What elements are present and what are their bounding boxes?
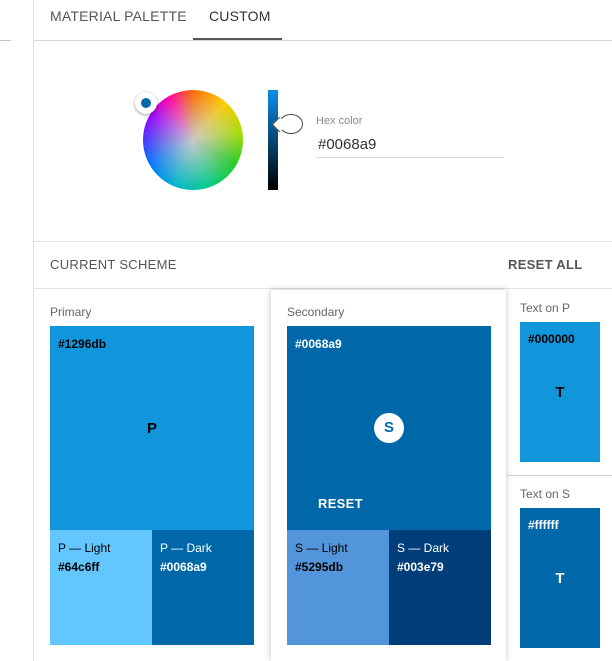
- text-on-s-letter: T: [555, 570, 565, 587]
- tab-material-palette[interactable]: MATERIAL PALETTE: [50, 0, 187, 40]
- color-wheel-handle[interactable]: [135, 92, 157, 114]
- secondary-light-label: S — Light: [295, 541, 348, 555]
- text-on-p-swatch[interactable]: #000000 T: [520, 322, 600, 462]
- primary-light-hex: #64c6ff: [58, 560, 100, 574]
- scheme-divider-bottom: [34, 288, 612, 289]
- primary-dark-hex: #0068a9: [160, 560, 207, 574]
- sidebar-edge-rule: [0, 40, 11, 41]
- secondary-light-hex: #5295db: [295, 560, 344, 574]
- secondary-label: Secondary: [287, 305, 345, 319]
- primary-letter: P: [146, 420, 157, 437]
- text-on-s-label: Text on S: [520, 487, 571, 501]
- secondary-main-hex: #0068a9: [295, 337, 342, 351]
- text-on-p-letter: T: [555, 384, 565, 401]
- tabs-divider: [34, 40, 612, 41]
- text-on-s-swatch[interactable]: #ffffff T: [520, 508, 600, 648]
- brightness-slider[interactable]: [268, 90, 278, 190]
- sidebar-divider: [33, 0, 34, 661]
- secondary-light-swatch[interactable]: S — Light #5295db: [287, 530, 389, 645]
- primary-dark-swatch[interactable]: P — Dark #0068a9: [152, 530, 254, 645]
- text-on-p-label: Text on P: [520, 301, 571, 315]
- primary-light-swatch[interactable]: P — Light #64c6ff: [50, 530, 152, 645]
- hex-color-input[interactable]: [316, 131, 504, 158]
- primary-dark-label: P — Dark: [160, 541, 212, 555]
- primary-light-label: P — Light: [58, 541, 111, 555]
- primary-main-hex: #1296db: [58, 337, 107, 351]
- primary-main-swatch[interactable]: #1296db P: [50, 326, 254, 530]
- text-swatch-divider: [507, 475, 612, 476]
- text-on-p-hex: #000000: [528, 332, 575, 346]
- primary-label: Primary: [50, 305, 92, 319]
- text-on-s-hex: #ffffff: [528, 518, 559, 532]
- brightness-slider-handle[interactable]: [279, 114, 303, 134]
- secondary-selected-badge: S: [374, 413, 404, 443]
- tab-custom[interactable]: CUSTOM: [209, 0, 271, 40]
- scheme-divider-top: [34, 241, 612, 242]
- reset-all-button[interactable]: RESET ALL: [508, 257, 582, 272]
- secondary-reset-button[interactable]: RESET: [318, 496, 363, 511]
- hex-color-label: Hex color: [316, 115, 363, 127]
- secondary-dark-label: S — Dark: [397, 541, 450, 555]
- color-wheel[interactable]: [143, 90, 243, 190]
- secondary-dark-hex: #003e79: [397, 560, 444, 574]
- current-scheme-title: CURRENT SCHEME: [50, 257, 177, 272]
- secondary-dark-swatch[interactable]: S — Dark #003e79: [389, 530, 491, 645]
